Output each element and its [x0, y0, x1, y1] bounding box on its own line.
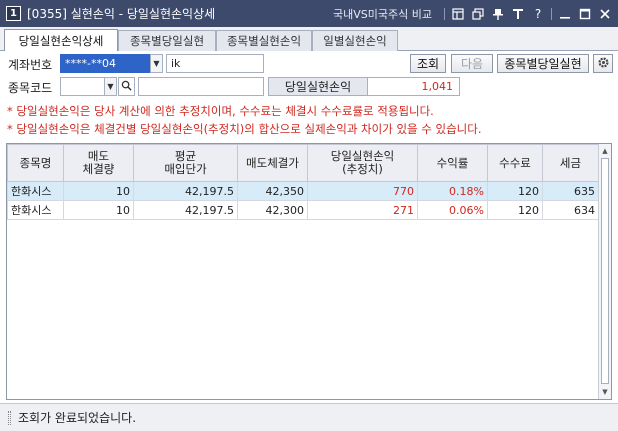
cell-stock-name: 한화시스	[7, 200, 64, 220]
notice-line-1: * 당일실현손익은 당사 계산에 의한 추정치이며, 수수료는 체결시 수수료률…	[7, 104, 434, 118]
status-message: 조회가 완료되었습니다.	[18, 411, 137, 425]
header-sell-qty[interactable]: 매도 체결량	[63, 144, 134, 182]
query-button[interactable]: 조회	[410, 54, 446, 73]
notice-line-2: * 당일실현손익은 체결건별 당일실현손익(추정치)의 합산으로 실제손익과 차…	[7, 122, 482, 136]
table-row[interactable]: 한화시스 10 42,197.5 42,350 770 0.18% 120 63…	[7, 181, 599, 201]
cell-stock-name: 한화시스	[7, 181, 64, 201]
account-row: 계좌번호 ****-**04 ▼ ik 조회 다음 종목별당일실현	[0, 53, 618, 75]
grid-vertical-scrollbar[interactable]: ▲ ▼	[598, 144, 611, 399]
tab-by-stock-daily[interactable]: 종목별당일실현	[118, 30, 216, 51]
header-commission-text: 수수료	[499, 155, 531, 170]
stock-code-row: 종목코드 ▼ 당일실현손익 1,041	[0, 76, 618, 98]
cell-daily-pnl: 770	[307, 181, 418, 201]
settings-button[interactable]	[593, 54, 613, 73]
cell-return-rate: 0.06%	[417, 200, 488, 220]
stock-name-field	[138, 77, 264, 96]
screen-link-icon[interactable]	[451, 7, 465, 21]
header-stock-name-text: 종목명	[19, 155, 52, 170]
account-label: 계좌번호	[8, 58, 53, 72]
scroll-down-icon[interactable]: ▼	[599, 386, 611, 398]
cell-commission: 120	[487, 181, 543, 201]
tab-by-stock-realized[interactable]: 종목별실현손익	[216, 30, 312, 51]
stock-code-input[interactable]	[60, 77, 105, 96]
daily-pnl-label: 당일실현손익	[268, 77, 368, 96]
cell-sell-qty: 10	[63, 200, 134, 220]
stock-search-button[interactable]	[118, 77, 135, 96]
grid-table: 종목명 매도 체결량 평균 매입단가 매도체결가 당일실현손익 (추정치) 수익률 수…	[7, 144, 599, 220]
header-sell-price-text: 매도체결가	[246, 155, 299, 170]
by-stock-daily-button[interactable]: 종목별당일실현	[497, 54, 589, 73]
status-grip-icon	[8, 410, 11, 425]
header-stock-name[interactable]: 종목명	[7, 144, 64, 182]
cell-sell-price: 42,350	[237, 181, 308, 201]
compare-link[interactable]: 국내VS미국주식 비교	[333, 6, 432, 22]
status-bar: 조회가 완료되었습니다.	[0, 403, 618, 431]
minimize-icon[interactable]	[558, 7, 572, 21]
cell-sell-qty: 10	[63, 181, 134, 201]
tab-bar: 당일실현손익상세 종목별당일실현 종목별실현손익 일별실현손익	[0, 27, 618, 51]
grid-header-row: 종목명 매도 체결량 평균 매입단가 매도체결가 당일실현손익 (추정치) 수익률 수…	[7, 144, 599, 182]
chevron-down-icon: ▼	[153, 59, 160, 68]
pin-icon[interactable]	[491, 7, 505, 21]
new-window-icon[interactable]	[471, 7, 485, 21]
cell-avg-buy-price: 42,197.5	[133, 181, 238, 201]
tab-daily-realized-detail[interactable]: 당일실현손익상세	[4, 29, 118, 51]
account-number-field[interactable]: ****-**04	[60, 54, 151, 73]
stock-code-label: 종목코드	[8, 81, 53, 95]
header-tax-text: 세금	[559, 155, 582, 170]
header-daily-pnl[interactable]: 당일실현손익 (추정치)	[307, 144, 418, 182]
header-daily-pnl-line1: 당일실현손익	[330, 149, 395, 163]
header-commission[interactable]: 수수료	[487, 144, 543, 182]
header-tax[interactable]: 세금	[542, 144, 599, 182]
search-icon	[121, 80, 132, 93]
header-avg-buy-price[interactable]: 평균 매입단가	[133, 144, 238, 182]
cell-tax: 635	[542, 181, 599, 201]
cell-daily-pnl: 271	[307, 200, 418, 220]
font-size-icon[interactable]	[511, 7, 525, 21]
account-dropdown-button[interactable]: ▼	[150, 54, 163, 73]
daily-pnl-value: 1,041	[367, 77, 460, 96]
title-separator	[551, 7, 552, 20]
close-icon[interactable]	[598, 7, 612, 21]
header-daily-pnl-line2: (추정치)	[342, 162, 383, 176]
cell-avg-buy-price: 42,197.5	[133, 200, 238, 220]
scroll-thumb[interactable]	[601, 158, 609, 384]
header-avg-buy-line2: 매입단가	[164, 162, 207, 176]
window-title: [0355] 실현손익 - 당일실현손익상세	[27, 7, 216, 21]
help-icon[interactable]: ?	[531, 7, 545, 21]
cell-return-rate: 0.18%	[417, 181, 488, 201]
cell-sell-price: 42,300	[237, 200, 308, 220]
next-button[interactable]: 다음	[451, 54, 493, 73]
window-number-badge: 1	[6, 6, 21, 21]
header-avg-buy-line1: 평균	[174, 149, 197, 163]
header-sell-qty-line1: 매도	[87, 149, 110, 163]
title-bar-controls: 국내VS미국주식 비교 ?	[333, 0, 612, 27]
maximize-icon[interactable]	[578, 7, 592, 21]
gear-icon	[597, 56, 610, 72]
header-return-rate-text: 수익률	[436, 155, 469, 170]
scroll-up-icon[interactable]: ▲	[599, 145, 611, 157]
tab-daily-realized[interactable]: 일별실현손익	[312, 30, 398, 51]
header-return-rate[interactable]: 수익률	[417, 144, 488, 182]
header-sell-price[interactable]: 매도체결가	[237, 144, 308, 182]
account-name-field: ik	[166, 54, 264, 73]
cell-commission: 120	[487, 200, 543, 220]
title-bar: 1 [0355] 실현손익 - 당일실현손익상세 국내VS미국주식 비교 ?	[0, 0, 618, 27]
title-separator	[444, 7, 445, 20]
cell-tax: 634	[542, 200, 599, 220]
stock-code-dropdown-button[interactable]: ▼	[104, 77, 117, 96]
header-sell-qty-line2: 체결량	[82, 162, 115, 176]
chevron-down-icon: ▼	[107, 82, 114, 91]
table-row[interactable]: 한화시스 10 42,197.5 42,300 271 0.06% 120 63…	[7, 200, 599, 220]
realized-pnl-grid: 종목명 매도 체결량 평균 매입단가 매도체결가 당일실현손익 (추정치) 수익률 수…	[6, 143, 612, 400]
